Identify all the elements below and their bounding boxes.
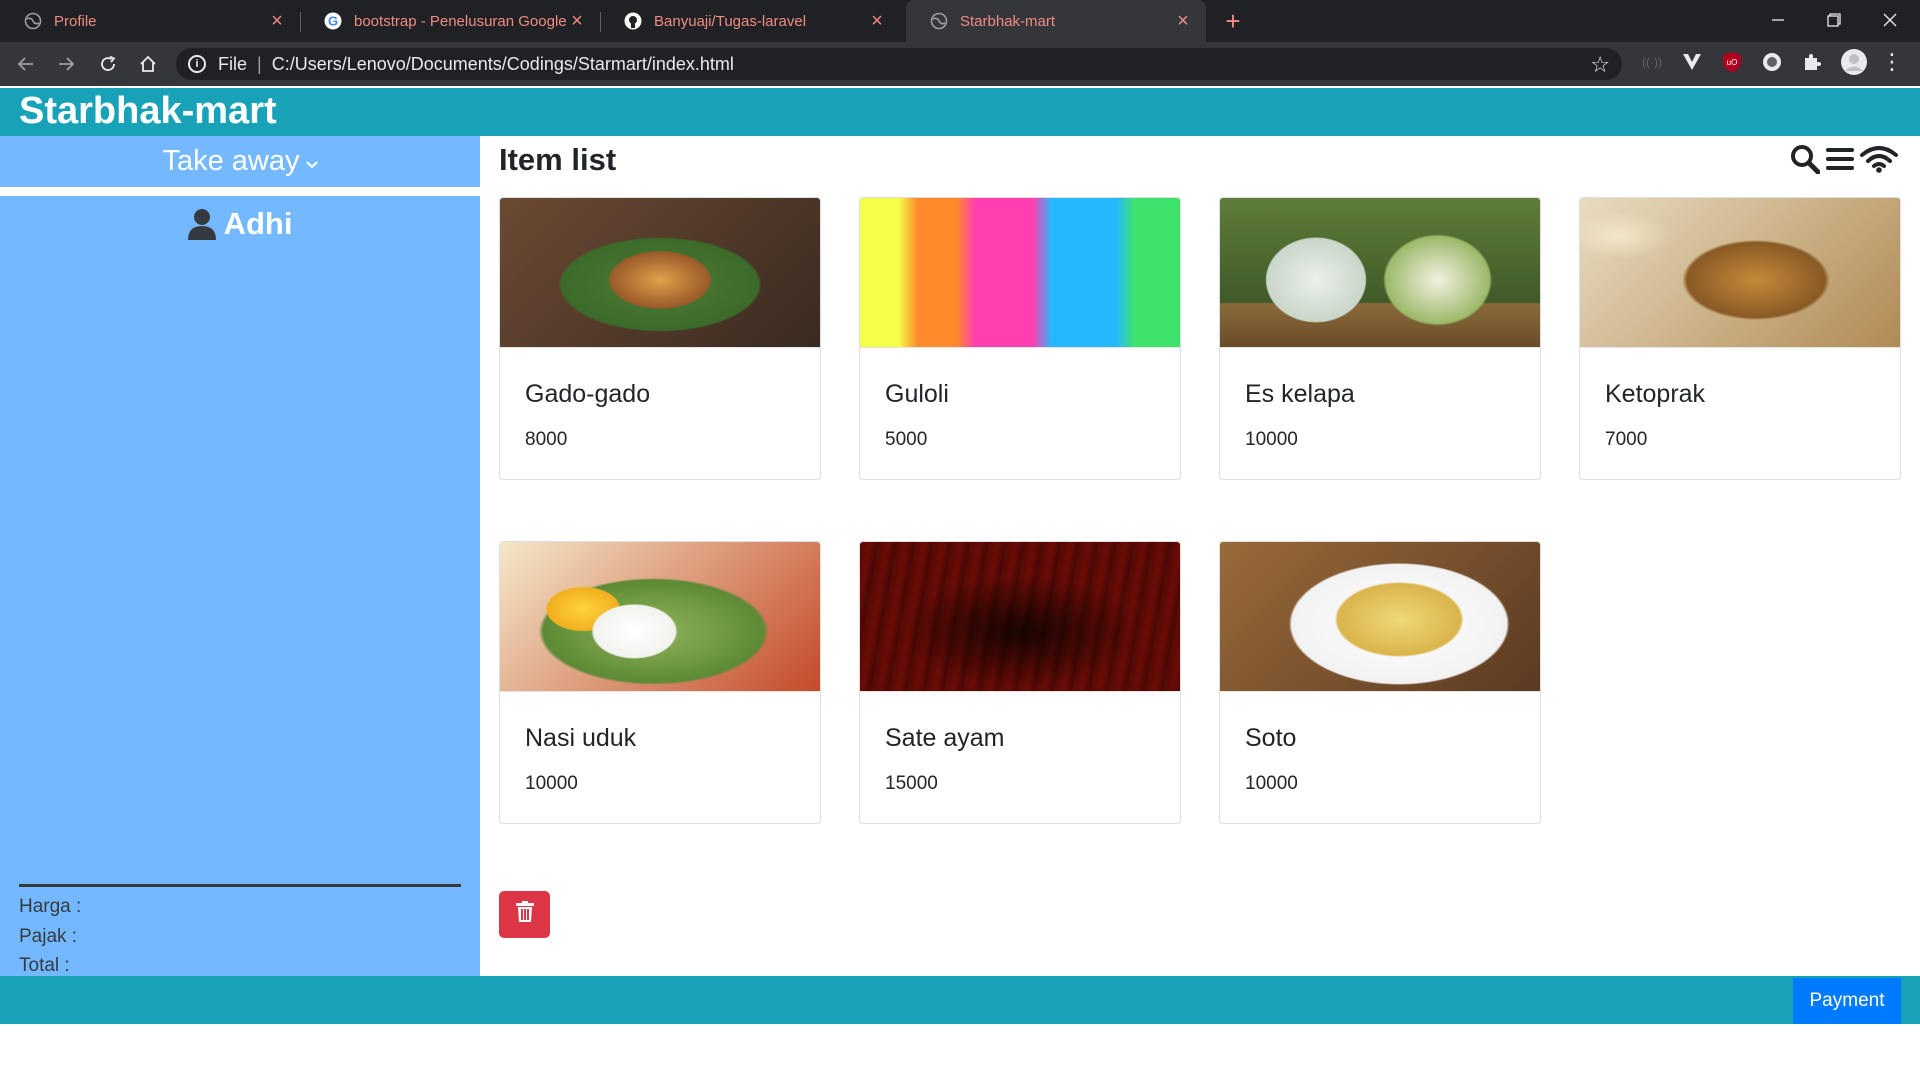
app-header: Starbhak-mart bbox=[0, 88, 1920, 136]
item-card-es-kelapa[interactable]: Es kelapa 10000 bbox=[1219, 197, 1541, 480]
ublock-extension-icon[interactable]: uO bbox=[1720, 50, 1744, 74]
close-icon[interactable]: × bbox=[1172, 10, 1194, 32]
nasi-uduk-image bbox=[500, 542, 820, 692]
tab-title: bootstrap - Penelusuran Google bbox=[354, 12, 566, 30]
item-price: 15000 bbox=[885, 773, 938, 794]
app-footer: Payment bbox=[0, 976, 1920, 1024]
item-card-gado-gado[interactable]: Gado-gado 8000 bbox=[499, 197, 821, 480]
browser-tab[interactable]: Profile × bbox=[0, 0, 300, 42]
order-totals: Harga : Pajak : Total : bbox=[19, 892, 81, 981]
close-icon[interactable]: × bbox=[266, 10, 288, 32]
home-icon[interactable] bbox=[132, 48, 164, 80]
guloli-image bbox=[860, 198, 1180, 348]
delete-button[interactable] bbox=[499, 891, 550, 938]
order-type-label: Take away bbox=[162, 144, 300, 177]
vimium-extension-icon[interactable] bbox=[1680, 50, 1704, 74]
url-scheme: File bbox=[218, 53, 248, 74]
item-price: 10000 bbox=[1245, 773, 1298, 794]
tab-title: Profile bbox=[54, 12, 97, 30]
google-icon: G bbox=[324, 12, 342, 30]
menu-kebab-icon[interactable]: ⋮ bbox=[1880, 49, 1904, 74]
reload-icon[interactable] bbox=[92, 48, 124, 80]
bookmark-star-icon[interactable]: ☆ bbox=[1590, 52, 1610, 78]
wifi-icon[interactable] bbox=[1860, 145, 1898, 173]
item-price: 5000 bbox=[885, 429, 928, 450]
globe-icon bbox=[930, 12, 948, 30]
browser-tab-strip: Profile × G bootstrap - Penelusuran Goog… bbox=[0, 0, 1920, 42]
browser-tab[interactable]: G bootstrap - Penelusuran Google × bbox=[300, 0, 600, 42]
item-price: 7000 bbox=[1605, 429, 1648, 450]
toolbar-icons bbox=[1784, 144, 1898, 174]
profile-avatar-icon[interactable] bbox=[1840, 48, 1868, 76]
item-name: Ketoprak bbox=[1605, 380, 1706, 408]
browser-tab-active[interactable]: Starbhak-mart × bbox=[906, 0, 1206, 42]
close-window-button[interactable] bbox=[1862, 0, 1918, 40]
sidebar-divider bbox=[0, 187, 480, 196]
item-card-ketoprak[interactable]: Ketoprak 7000 bbox=[1579, 197, 1901, 480]
cast-icon[interactable]: ((·)) bbox=[1640, 50, 1664, 74]
page-title: Item list bbox=[499, 142, 617, 177]
url-text: C:/Users/Lenovo/Documents/Codings/Starma… bbox=[271, 53, 734, 74]
totals-divider bbox=[19, 884, 461, 887]
extensions-puzzle-icon[interactable] bbox=[1800, 50, 1824, 74]
item-name: Guloli bbox=[885, 380, 949, 408]
ketoprak-image bbox=[1580, 198, 1900, 348]
harga-label: Harga : bbox=[19, 896, 82, 917]
item-card-sate-ayam[interactable]: Sate ayam 15000 bbox=[859, 541, 1181, 824]
close-icon[interactable]: × bbox=[566, 10, 588, 32]
minimize-window-button[interactable] bbox=[1750, 0, 1806, 40]
item-price: 8000 bbox=[525, 429, 568, 450]
github-icon bbox=[624, 12, 642, 30]
soto-image bbox=[1220, 542, 1540, 692]
sate-ayam-image bbox=[860, 542, 1180, 692]
close-icon[interactable]: × bbox=[866, 10, 888, 32]
order-type-dropdown[interactable]: Take away bbox=[0, 136, 480, 186]
chevron-down-icon bbox=[305, 156, 318, 172]
item-price: 10000 bbox=[1245, 429, 1298, 450]
forward-arrow-icon[interactable] bbox=[50, 48, 82, 80]
tab-title: Starbhak-mart bbox=[960, 12, 1056, 30]
item-name: Sate ayam bbox=[885, 724, 1005, 752]
svg-text:G: G bbox=[328, 14, 338, 29]
item-list-panel: Item list Gado-gado 8000 Guloli 5000 Es … bbox=[480, 136, 1920, 976]
item-name: Soto bbox=[1245, 724, 1297, 752]
trash-icon bbox=[515, 901, 534, 928]
address-bar[interactable]: i File | C:/Users/Lenovo/Documents/Codin… bbox=[176, 48, 1622, 80]
item-card-soto[interactable]: Soto 10000 bbox=[1219, 541, 1541, 824]
pajak-label: Pajak : bbox=[19, 925, 78, 947]
menu-bars-icon[interactable] bbox=[1826, 146, 1854, 172]
item-price: 10000 bbox=[525, 773, 578, 794]
item-name: Es kelapa bbox=[1245, 380, 1355, 408]
user-icon bbox=[187, 208, 216, 240]
customer-name: Adhi bbox=[0, 202, 480, 246]
customer-name-label: Adhi bbox=[223, 206, 293, 241]
browser-tab[interactable]: Banyuaji/Tugas-laravel × bbox=[600, 0, 900, 42]
url-separator: | bbox=[257, 53, 262, 74]
item-card-guloli[interactable]: Guloli 5000 bbox=[859, 197, 1181, 480]
order-sidebar: Take away Adhi Harga : Pajak : Total : bbox=[0, 136, 480, 976]
gado-gado-image bbox=[500, 198, 820, 348]
tab-title: Banyuaji/Tugas-laravel bbox=[654, 12, 807, 30]
brand-title[interactable]: Starbhak-mart bbox=[19, 90, 277, 133]
search-icon[interactable] bbox=[1790, 144, 1820, 174]
record-extension-icon[interactable] bbox=[1760, 50, 1784, 74]
payment-button[interactable]: Payment bbox=[1793, 978, 1901, 1024]
item-card-nasi-uduk[interactable]: Nasi uduk 10000 bbox=[499, 541, 821, 824]
item-name: Nasi uduk bbox=[525, 724, 637, 752]
browser-toolbar: i File | C:/Users/Lenovo/Documents/Codin… bbox=[0, 42, 1920, 86]
new-tab-button[interactable]: + bbox=[1216, 5, 1250, 39]
back-arrow-icon[interactable] bbox=[10, 48, 42, 80]
es-kelapa-image bbox=[1220, 198, 1540, 348]
globe-icon bbox=[24, 12, 42, 30]
info-icon[interactable]: i bbox=[188, 55, 206, 73]
item-name: Gado-gado bbox=[525, 380, 651, 408]
restore-window-button[interactable] bbox=[1806, 0, 1862, 40]
svg-text:uO: uO bbox=[1727, 58, 1738, 67]
